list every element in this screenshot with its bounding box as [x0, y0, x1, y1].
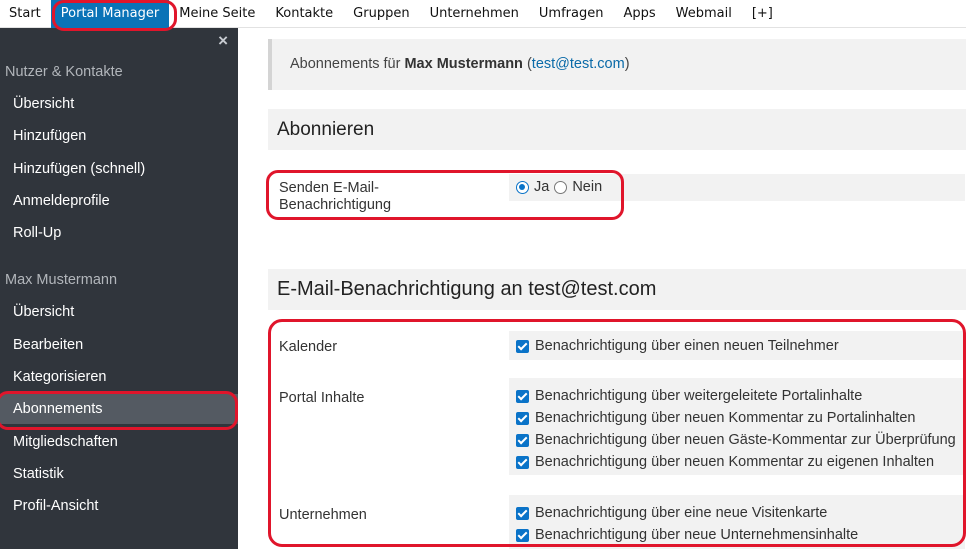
send-email-radio-group: Ja Nein [516, 176, 602, 198]
checkbox-checked[interactable] [516, 455, 529, 469]
subscription-info: Abonnements für Max Mustermann (test@tes… [268, 39, 966, 90]
sidebar-item-subscriptions[interactable]: Abonnements [0, 394, 238, 424]
nav-kontakte[interactable]: Kontakte [265, 0, 343, 28]
nav-unternehmen[interactable]: Unternehmen [420, 0, 529, 28]
checkbox-row[interactable]: Benachrichtigung über neuen Kommentar zu… [516, 407, 915, 429]
sidebar-item-login-profiles[interactable]: Anmeldeprofile [0, 186, 238, 216]
info-user-name: Max Mustermann [404, 56, 523, 72]
sidebar-item-add-quick[interactable]: Hinzufügen (schnell) [0, 154, 238, 184]
nav-more[interactable]: [+] [742, 0, 783, 28]
radio-yes[interactable] [516, 180, 529, 194]
nav-meine-seite[interactable]: Meine Seite [169, 0, 265, 28]
checkbox-label[interactable]: Benachrichtigung über weitergeleitete Po… [535, 388, 862, 404]
checkbox-label[interactable]: Benachrichtigung über neuen Kommentar zu… [535, 454, 934, 470]
checkbox-row[interactable]: Benachrichtigung über neue Unternehmensi… [516, 524, 858, 546]
info-prefix: Abonnements für [290, 56, 401, 72]
checkbox-checked[interactable] [516, 339, 529, 353]
checkbox-checked[interactable] [516, 506, 529, 520]
sidebar-section-title-user: Max Mustermann [5, 272, 118, 288]
group-label-company: Unternehmen [279, 507, 367, 523]
checkbox-row[interactable]: Benachrichtigung über neuen Gäste-Kommen… [516, 429, 956, 451]
sidebar-item-statistics[interactable]: Statistik [0, 459, 238, 489]
checkbox-label[interactable]: Benachrichtigung über eine neue Visitenk… [535, 505, 827, 521]
sidebar-item-profile-view[interactable]: Profil-Ansicht [0, 491, 238, 521]
sidebar-item-edit[interactable]: Bearbeiten [0, 330, 238, 360]
nav-gruppen[interactable]: Gruppen [343, 0, 419, 28]
subscribe-heading: Abonnieren [268, 109, 966, 150]
checkbox-checked[interactable] [516, 433, 529, 447]
group-label-calendar: Kalender [279, 339, 338, 355]
top-navigation: Start Portal Manager Meine Seite Kontakt… [0, 0, 966, 28]
sidebar-item-user-overview[interactable]: Übersicht [0, 297, 238, 327]
send-email-options: Ja Nein [509, 174, 965, 201]
checkbox-label[interactable]: Benachrichtigung über neue Unternehmensi… [535, 527, 858, 543]
sidebar-item-categorize[interactable]: Kategorisieren [0, 362, 238, 392]
radio-no-label[interactable]: Nein [572, 179, 602, 195]
group-options-portal-content: Benachrichtigung über weitergeleitete Po… [509, 378, 965, 475]
nav-apps[interactable]: Apps [613, 0, 665, 28]
nav-umfragen[interactable]: Umfragen [529, 0, 614, 28]
sidebar-item-rollup[interactable]: Roll-Up [0, 218, 238, 248]
radio-yes-label[interactable]: Ja [534, 179, 549, 195]
checkbox-checked[interactable] [516, 411, 529, 425]
radio-no[interactable] [554, 180, 568, 194]
nav-webmail[interactable]: Webmail [666, 0, 742, 28]
checkbox-label[interactable]: Benachrichtigung über neuen Gäste-Kommen… [535, 432, 956, 448]
checkbox-label[interactable]: Benachrichtigung über einen neuen Teilne… [535, 338, 839, 354]
group-options-calendar: Benachrichtigung über einen neuen Teilne… [509, 331, 965, 360]
sidebar-section-title-users: Nutzer & Kontakte [5, 64, 123, 80]
notification-heading: E-Mail-Benachrichtigung an test@test.com [268, 269, 966, 310]
nav-start[interactable]: Start [0, 0, 51, 28]
close-icon[interactable]: × [218, 32, 228, 49]
checkbox-checked[interactable] [516, 528, 529, 542]
checkbox-label[interactable]: Benachrichtigung über neuen Kommentar zu… [535, 410, 915, 426]
sidebar-item-overview[interactable]: Übersicht [0, 89, 238, 119]
checkbox-checked[interactable] [516, 389, 529, 403]
sidebar-item-add[interactable]: Hinzufügen [0, 121, 238, 151]
sidebar-item-memberships[interactable]: Mitgliedschaften [0, 427, 238, 457]
checkbox-row[interactable]: Benachrichtigung über neuen Kommentar zu… [516, 451, 934, 473]
checkbox-row[interactable]: Benachrichtigung über eine neue Visitenk… [516, 502, 827, 524]
checkbox-row[interactable]: Benachrichtigung über einen neuen Teilne… [516, 335, 839, 357]
group-label-portal-content: Portal Inhalte [279, 390, 365, 406]
info-email-link[interactable]: test@test.com [532, 56, 625, 72]
send-email-label: Senden E-Mail-Benachrichtigung [279, 180, 392, 213]
group-options-company: Benachrichtigung über eine neue Visitenk… [509, 495, 965, 549]
nav-portal-manager[interactable]: Portal Manager [50, 0, 170, 28]
checkbox-row[interactable]: Benachrichtigung über weitergeleitete Po… [516, 385, 862, 407]
sidebar: × Nutzer & Kontakte Übersicht Hinzufügen… [0, 28, 238, 549]
info-close-paren: ) [624, 56, 630, 72]
